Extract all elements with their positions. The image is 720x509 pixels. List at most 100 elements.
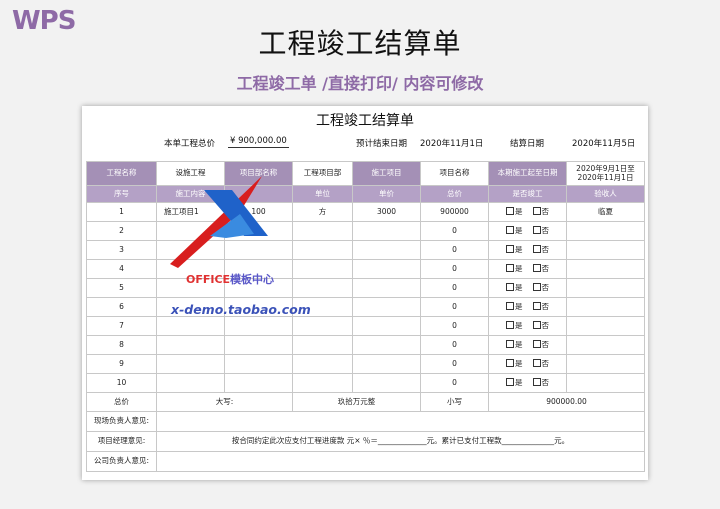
col-header-no: 序号 — [86, 185, 157, 203]
checkbox-icon — [506, 321, 514, 330]
row-price[interactable] — [352, 373, 421, 393]
row-no: 5 — [86, 278, 157, 298]
row-completed: 是否 — [488, 335, 567, 355]
checkbox-icon — [506, 359, 514, 368]
row-total: 0 — [420, 259, 489, 279]
construction-item-value[interactable]: 项目名称 — [420, 161, 489, 186]
checkbox-label: 否 — [541, 226, 550, 236]
total-price-value[interactable]: ¥ 900,000.00 — [228, 136, 289, 148]
row-inspector[interactable] — [566, 240, 645, 260]
row-unit[interactable] — [292, 259, 353, 279]
completed-yes-checkbox[interactable]: 是 — [506, 207, 523, 216]
completed-no-checkbox[interactable]: 否 — [532, 245, 549, 254]
row-completed: 是否 — [488, 240, 567, 260]
checkbox-icon — [532, 378, 541, 387]
planned-end-value[interactable]: 2020年11月1日 — [420, 137, 483, 149]
row-qty[interactable] — [224, 335, 293, 355]
completed-yes-checkbox[interactable]: 是 — [506, 226, 523, 235]
row-inspector[interactable] — [566, 297, 645, 317]
completed-yes-checkbox[interactable]: 是 — [506, 264, 523, 273]
completed-no-checkbox[interactable]: 否 — [532, 302, 549, 311]
row-completed: 是否 — [488, 278, 567, 298]
row-content[interactable] — [156, 373, 225, 393]
pm-opinion-row: 项目经理意见: 按合同约定此次应支付工程进度款 元× ％＝___________… — [86, 431, 645, 452]
row-completed: 是否 — [488, 259, 567, 279]
checkbox-label: 否 — [541, 207, 550, 217]
row-unit[interactable] — [292, 240, 353, 260]
company-opinion-value[interactable] — [156, 451, 645, 472]
row-inspector[interactable] — [566, 221, 645, 241]
row-price[interactable] — [352, 278, 421, 298]
row-completed: 是否 — [488, 202, 567, 222]
row-inspector[interactable]: 临夏 — [566, 202, 645, 222]
row-content[interactable] — [156, 335, 225, 355]
row-content[interactable] — [156, 354, 225, 374]
completed-yes-checkbox[interactable]: 是 — [506, 283, 523, 292]
checkbox-label: 否 — [541, 283, 550, 293]
col-header-total: 总价 — [420, 185, 489, 203]
completed-no-checkbox[interactable]: 否 — [532, 359, 549, 368]
planned-end-label: 预计结束日期 — [356, 139, 408, 149]
row-unit[interactable] — [292, 373, 353, 393]
pm-opinion-label: 项目经理意见: — [86, 431, 157, 452]
row-unit[interactable] — [292, 316, 353, 336]
row-inspector[interactable] — [566, 316, 645, 336]
row-unit[interactable] — [292, 278, 353, 298]
completed-yes-checkbox[interactable]: 是 — [506, 359, 523, 368]
row-unit[interactable]: 方 — [292, 202, 353, 222]
pm-opinion-value[interactable]: 按合同约定此次应支付工程进度款 元× ％＝_____________元。累计已支… — [156, 431, 645, 452]
dept-name-value[interactable]: 工程项目部 — [292, 161, 353, 186]
row-unit[interactable] — [292, 221, 353, 241]
checkbox-icon — [506, 226, 514, 235]
row-price[interactable] — [352, 297, 421, 317]
row-price[interactable] — [352, 240, 421, 260]
row-price[interactable]: 3000 — [352, 202, 421, 222]
checkbox-icon — [506, 283, 514, 292]
completed-yes-checkbox[interactable]: 是 — [506, 378, 523, 387]
row-inspector[interactable] — [566, 259, 645, 279]
row-qty[interactable] — [224, 316, 293, 336]
table-row: 90是否 — [86, 354, 645, 374]
row-price[interactable] — [352, 221, 421, 241]
row-inspector[interactable] — [566, 373, 645, 393]
row-price[interactable] — [352, 335, 421, 355]
completed-yes-checkbox[interactable]: 是 — [506, 340, 523, 349]
totals-row: 总价 大写: 玖拾万元整 小写 900000.00 — [86, 392, 645, 412]
row-inspector[interactable] — [566, 278, 645, 298]
row-qty[interactable] — [224, 354, 293, 374]
row-unit[interactable] — [292, 354, 353, 374]
row-inspector[interactable] — [566, 354, 645, 374]
row-inspector[interactable] — [566, 335, 645, 355]
checkbox-label: 是 — [515, 245, 523, 255]
site-opinion-value[interactable] — [156, 411, 645, 432]
checkbox-icon — [506, 245, 514, 254]
row-unit[interactable] — [292, 335, 353, 355]
settle-date-value[interactable]: 2020年11月5日 — [572, 137, 635, 149]
row-price[interactable] — [352, 259, 421, 279]
row-no: 7 — [86, 316, 157, 336]
row-price[interactable] — [352, 316, 421, 336]
amount-lower-value[interactable]: 900000.00 — [488, 392, 645, 412]
completed-no-checkbox[interactable]: 否 — [532, 340, 549, 349]
row-qty[interactable] — [224, 373, 293, 393]
completed-no-checkbox[interactable]: 否 — [532, 321, 549, 330]
amount-upper-value[interactable]: 玖拾万元整 — [292, 392, 421, 412]
completed-yes-checkbox[interactable]: 是 — [506, 321, 523, 330]
row-total: 0 — [420, 240, 489, 260]
amount-lower-label: 小写 — [420, 392, 489, 412]
completed-no-checkbox[interactable]: 否 — [532, 283, 550, 293]
completed-yes-checkbox[interactable]: 是 — [506, 302, 523, 311]
checkbox-icon — [532, 283, 541, 292]
period-value[interactable]: 2020年9月1日至 2020年11月1日 — [566, 161, 645, 186]
checkbox-label: 是 — [515, 321, 523, 331]
col-header-unit: 单位 — [292, 185, 353, 203]
row-price[interactable] — [352, 354, 421, 374]
row-completed: 是否 — [488, 373, 567, 393]
completed-yes-checkbox[interactable]: 是 — [506, 245, 523, 254]
row-content[interactable] — [156, 316, 225, 336]
completed-no-checkbox[interactable]: 否 — [532, 207, 550, 217]
checkbox-icon — [532, 245, 541, 254]
completed-no-checkbox[interactable]: 否 — [532, 264, 549, 273]
completed-no-checkbox[interactable]: 否 — [532, 226, 550, 236]
completed-no-checkbox[interactable]: 否 — [532, 378, 549, 387]
